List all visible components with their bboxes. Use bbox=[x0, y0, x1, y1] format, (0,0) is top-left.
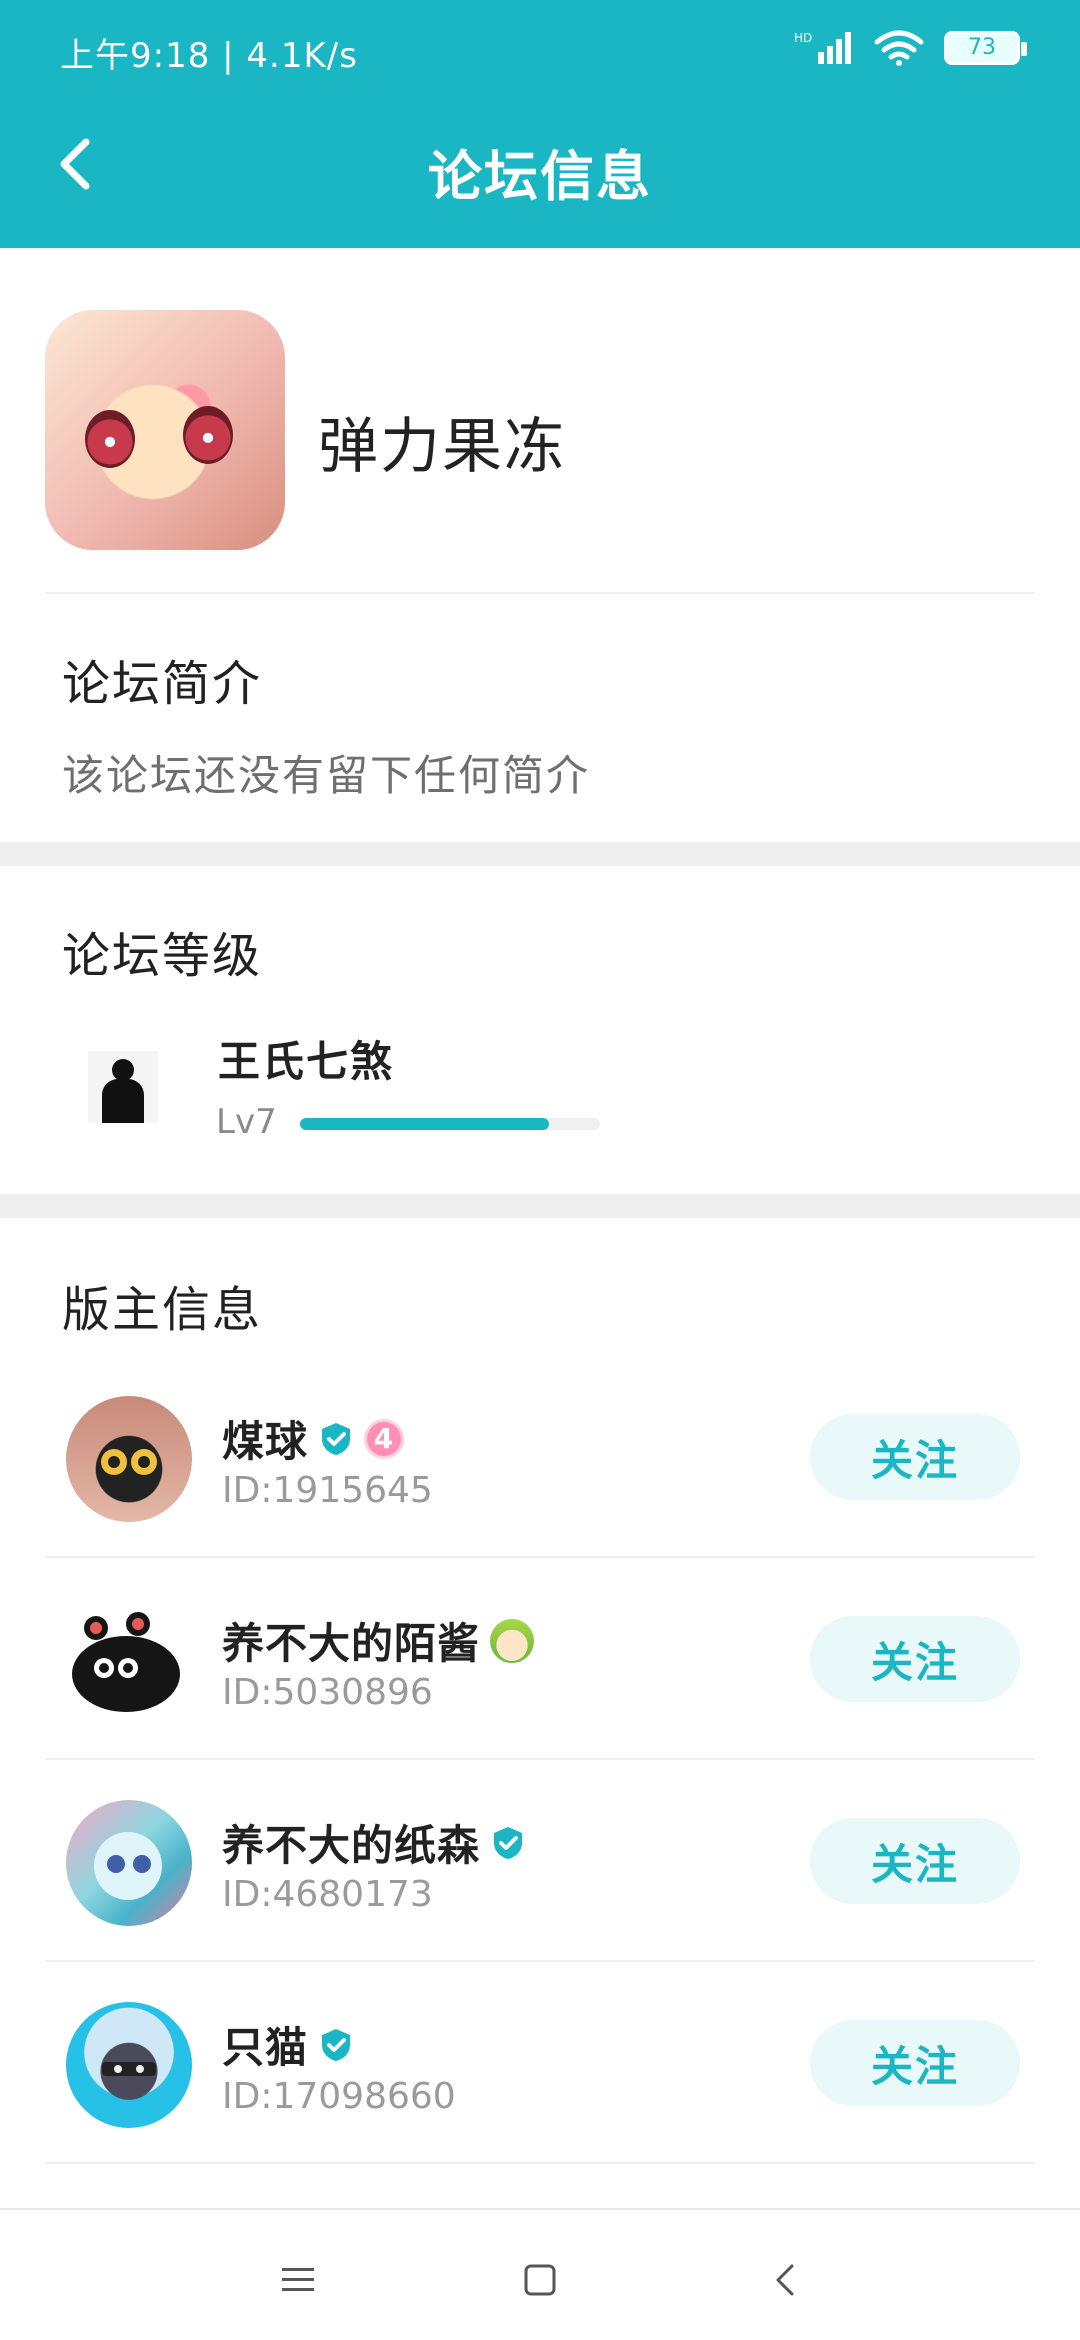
avatar-art bbox=[112, 1059, 134, 1081]
follow-button[interactable]: 关注 bbox=[810, 2020, 1020, 2106]
divider bbox=[45, 2162, 1035, 2164]
status-bar: 上午9:18 | 4.1K/s HD 73 bbox=[0, 0, 1080, 100]
app-header: 上午9:18 | 4.1K/s HD 73 论坛信息 bbox=[0, 0, 1080, 248]
moderators-section: 版主信息 煤球 4 ID:1915645 关注 养不大的陌酱 ID:503089… bbox=[0, 1218, 1080, 2218]
avatar-art bbox=[94, 1832, 162, 1900]
wifi-icon bbox=[874, 30, 924, 66]
moderator-name: 养不大的纸森 bbox=[222, 1821, 481, 1870]
moderator-name-line: 养不大的陌酱 bbox=[222, 1610, 535, 1671]
home-button[interactable] bbox=[510, 2250, 570, 2310]
moderator-name: 养不大的陌酱 bbox=[222, 1619, 481, 1668]
level-tag: Lv7 bbox=[216, 1102, 277, 1142]
avatar-art bbox=[183, 406, 233, 464]
forum-name: 弹力果冻 bbox=[318, 412, 566, 482]
verified-icon bbox=[322, 2028, 351, 2061]
nav-bar: 论坛信息 bbox=[0, 110, 1080, 220]
list-item[interactable]: 养不大的陌酱 ID:5030896 关注 bbox=[0, 1558, 1080, 1760]
svg-text:HD: HD bbox=[794, 31, 812, 45]
follow-button[interactable]: 关注 bbox=[810, 1616, 1020, 1702]
emoji-badge-icon bbox=[490, 1618, 535, 1663]
follow-button[interactable]: 关注 bbox=[810, 1818, 1020, 1904]
system-nav-bar bbox=[0, 2208, 1080, 2340]
forum-avatar[interactable] bbox=[45, 310, 285, 550]
moderator-id: ID:5030896 bbox=[222, 1672, 433, 1713]
avatar[interactable] bbox=[66, 1800, 192, 1926]
user-avatar[interactable] bbox=[88, 1051, 158, 1123]
follow-button[interactable]: 关注 bbox=[810, 1414, 1020, 1500]
forum-header-card: 弹力果冻 bbox=[0, 248, 1080, 594]
avatar-art bbox=[72, 1612, 180, 1712]
page-title: 论坛信息 bbox=[428, 145, 652, 208]
system-back-button[interactable] bbox=[756, 2250, 816, 2310]
level-progress-bar bbox=[300, 1118, 600, 1130]
moderator-name-line: 煤球 4 bbox=[222, 1408, 405, 1469]
avatar-art bbox=[102, 1079, 144, 1123]
moderator-id: ID:17098660 bbox=[222, 2076, 456, 2117]
divider bbox=[45, 592, 1035, 594]
avatar-art bbox=[102, 2062, 156, 2076]
avatar-art bbox=[85, 410, 135, 468]
level-title: 论坛等级 bbox=[62, 928, 263, 984]
square-home-icon bbox=[524, 2264, 556, 2296]
battery-indicator: 73 bbox=[944, 31, 1027, 65]
level-progress-fill bbox=[300, 1118, 549, 1130]
forum-level-section: 论坛等级 王氏七煞 Lv7 bbox=[0, 866, 1080, 1194]
status-icons: HD 73 bbox=[794, 30, 1027, 66]
verified-icon bbox=[322, 1422, 351, 1455]
moderator-name: 煤球 bbox=[222, 1417, 309, 1466]
status-time-speed: 上午9:18 | 4.1K/s bbox=[60, 36, 358, 76]
list-item[interactable]: 养不大的纸森 ID:4680173 关注 bbox=[0, 1760, 1080, 1962]
moderator-id: ID:1915645 bbox=[222, 1470, 433, 1511]
moderator-id: ID:4680173 bbox=[222, 1874, 433, 1915]
signal-icon: HD bbox=[794, 31, 851, 64]
moderators-title: 版主信息 bbox=[62, 1282, 263, 1338]
forum-intro-section: 论坛简介 该论坛还没有留下任何简介 bbox=[0, 596, 1080, 840]
section-gap bbox=[0, 842, 1080, 866]
moderator-name-line: 只猫 bbox=[222, 2014, 354, 2075]
moderator-name: 只猫 bbox=[222, 2023, 309, 2072]
moderator-name-line: 养不大的纸森 bbox=[222, 1812, 526, 1873]
level-user-name: 王氏七煞 bbox=[218, 1037, 395, 1086]
list-item[interactable]: 煤球 4 ID:1915645 关注 bbox=[0, 1356, 1080, 1558]
triangle-back-icon bbox=[776, 2264, 794, 2296]
verified-icon bbox=[494, 1826, 523, 1859]
recent-apps-button[interactable] bbox=[268, 2250, 328, 2310]
section-gap bbox=[0, 1194, 1080, 1218]
level-badge: 4 bbox=[364, 1418, 405, 1459]
intro-text: 该论坛还没有留下任何简介 bbox=[62, 751, 591, 800]
avatar[interactable] bbox=[66, 1598, 192, 1724]
menu-icon bbox=[282, 2268, 314, 2291]
avatar-art bbox=[101, 1449, 157, 1475]
avatar[interactable] bbox=[66, 1396, 192, 1522]
intro-title: 论坛简介 bbox=[62, 656, 263, 712]
list-item[interactable]: 只猫 ID:17098660 关注 bbox=[0, 1962, 1080, 2164]
avatar[interactable] bbox=[66, 2002, 192, 2128]
